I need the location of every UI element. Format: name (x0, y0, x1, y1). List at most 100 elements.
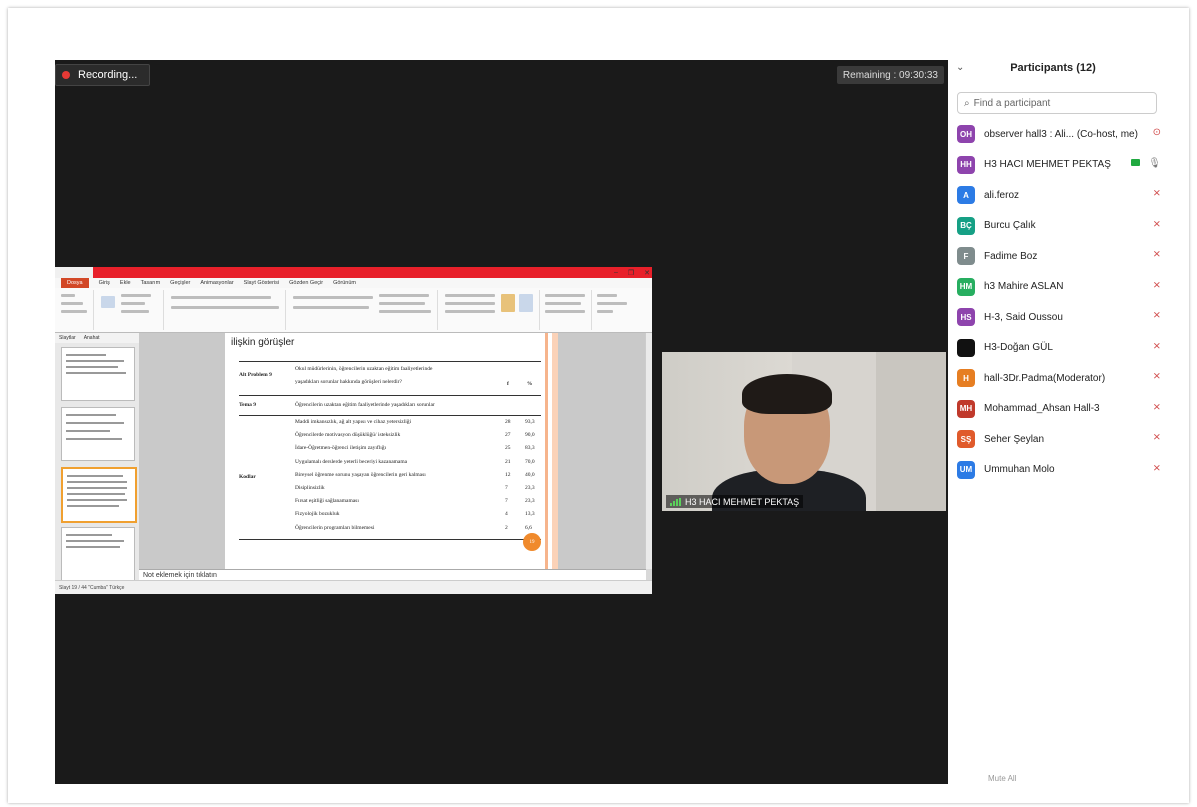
col-f-header: f (507, 381, 509, 387)
row-pct-value: 6,6 (525, 524, 532, 531)
participant-name: h3 Mahire ASLAN (984, 281, 1064, 293)
avatar: H (957, 369, 975, 388)
close-icon: ✕ (644, 269, 650, 277)
quick-access-toolbar (55, 267, 93, 278)
participant-row[interactable]: HM h3 Mahire ASLAN ⨯ (957, 272, 1167, 303)
row-pct-value: 83,3 (525, 445, 535, 452)
row-pct-value: 93,3 (525, 419, 535, 425)
slide-thumbnail[interactable] (61, 527, 135, 581)
participant-row[interactable]: BÇ Burcu Çalık ⨯ (957, 211, 1167, 242)
row-pct-value: 23,3 (525, 498, 535, 505)
ribbon-tab[interactable]: Tasarım (141, 280, 161, 286)
record-icon (62, 71, 70, 79)
ribbon-tab[interactable]: Slayt Gösterisi (244, 280, 279, 286)
mic-muted-icon: ⨯ (1152, 401, 1161, 413)
video-on-icon: 🎙︎ (1131, 158, 1161, 169)
ribbon-group-cizim (439, 290, 540, 330)
slide-thumbnail[interactable] (61, 407, 135, 461)
participant-row[interactable]: HS H-3, Said Oussou ⨯ (957, 302, 1167, 333)
participant-search-input[interactable]: ⌕ Find a participant (957, 92, 1157, 114)
participant-name: Burcu Çalık (984, 220, 1036, 232)
col-pct-header: % (527, 381, 533, 387)
participant-row[interactable]: HH H3 HACI MEHMET PEKTAŞ 🎙︎ (957, 150, 1167, 181)
participant-name: Mohammad_Ahsan Hall-3 (984, 403, 1100, 415)
participant-name: H3 HACI MEHMET PEKTAŞ (984, 159, 1111, 171)
row-code-text: Bireysel öğrenme sorunu yaşayan öğrencil… (295, 471, 426, 478)
video-name-label: H3 HACI MEHMET PEKTAŞ (666, 495, 804, 508)
participant-row[interactable]: OH observer hall3 : Ali... (Co-host, me) ⊙ (957, 119, 1167, 150)
recording-indicator[interactable]: Recording... (55, 64, 151, 86)
participant-row[interactable]: UM Ummuhan Molo ⨯ (957, 455, 1167, 486)
speaker-figure (742, 374, 832, 414)
ribbon-tab[interactable]: Dosya (61, 278, 89, 288)
slide-heading: ilişkin görüşler (231, 337, 295, 348)
slide-number-badge: 19 (523, 533, 541, 551)
ribbon-tab[interactable]: Ekle (120, 280, 131, 286)
avatar (957, 338, 975, 357)
ribbon-group-pano (57, 290, 94, 330)
speaker-video[interactable]: H3 HACI MEHMET PEKTAŞ (662, 352, 946, 511)
slide-thumbnail-selected[interactable] (61, 467, 137, 523)
row-f-value: 7 (505, 498, 508, 505)
ribbon-tab[interactable]: Gözden Geçir (289, 280, 323, 286)
row-code-text: Uygulamalı derslerde yeterli beceriyi ka… (295, 458, 408, 465)
participant-name: Ummuhan Molo (984, 464, 1055, 476)
slides-pane-tab[interactable]: Slaytlar (59, 335, 76, 341)
slides-pane-tabs: Slaytlar Anahat (55, 333, 139, 343)
row-pct-value: 23,3 (525, 485, 535, 491)
ribbon-group-slaytlar (95, 290, 164, 330)
row-code-text: Fırsat eşitliği sağlanamaması (295, 498, 359, 505)
participant-row[interactable]: SŞ Seher Şeylan ⨯ (957, 424, 1167, 455)
avatar: OH (957, 125, 975, 144)
window-title (93, 267, 652, 278)
participant-name: ali.feroz (984, 189, 1020, 201)
alt-problem-label: Alt Problem 9 (239, 372, 272, 378)
slide-canvas: ilişkin görüşler Alt Problem 9 Okul müdü… (139, 333, 646, 569)
ribbon-tab[interactable]: Animasyonlar (200, 280, 233, 286)
row-pct-value: 70,0 (525, 458, 535, 465)
row-f-value: 28 (505, 419, 511, 425)
participant-row[interactable]: F Fadime Boz ⨯ (957, 241, 1167, 272)
participant-name: observer hall3 : Ali... (Co-host, me) (984, 128, 1138, 140)
participant-row[interactable]: Hhall-3Dr.Padma(Moderator) ⨯ (957, 363, 1167, 394)
zoom-window: Recording... Remaining : 09:30:33 – ❐ ✕ … (8, 8, 1189, 803)
ribbon-tab[interactable]: Görünüm (333, 280, 356, 286)
participant-list: OH observer hall3 : Ali... (Co-host, me) ⊙… (957, 119, 1167, 485)
video-background (876, 352, 946, 511)
row-f-value: 7 (505, 485, 508, 491)
ribbon-group-yazi-tipi (165, 290, 286, 330)
row-pct-value: 40,0 (525, 471, 535, 478)
ribbon-tab[interactable]: Geçişler (170, 280, 190, 286)
participant-row[interactable]: H3-Doğan GÜL ⨯ (957, 333, 1167, 364)
row-code-text: Fizyolojik bozukluk (295, 511, 340, 518)
avatar: MH (957, 399, 975, 418)
participant-name: H3-Doğan GÜL (984, 342, 1053, 354)
slide-thumbnail[interactable] (61, 347, 135, 401)
slide: ilişkin görüşler Alt Problem 9 Okul müdü… (225, 333, 558, 569)
ribbon (55, 288, 652, 333)
slide-decoration (545, 333, 548, 569)
recording-label: Recording... (78, 69, 138, 81)
participant-row[interactable]: MH Mohammad_Ahsan Hall-3 ⨯ (957, 394, 1167, 425)
row-f-value: 4 (505, 511, 508, 518)
mute-all-button[interactable]: Mute All (988, 774, 1016, 783)
search-placeholder: Find a participant (973, 97, 1051, 109)
participant-row[interactable]: Aali.feroz ⨯ (957, 180, 1167, 211)
row-f-value: 12 (505, 471, 511, 478)
main-video-area: Recording... Remaining : 09:30:33 – ❐ ✕ … (55, 60, 952, 784)
participants-title: Participants (12) (1010, 62, 1096, 74)
avatar: A (957, 186, 975, 205)
row-f-value: 21 (505, 458, 511, 465)
row-code-text: Disiplinsizlik (295, 485, 325, 491)
avatar: UM (957, 460, 975, 479)
alt-problem-text: yaşadıkları sorunlar hakkında görüşleri … (295, 379, 402, 385)
avatar: HH (957, 155, 975, 174)
vertical-scrollbar[interactable] (645, 333, 652, 569)
mic-muted-icon: ⨯ (1152, 371, 1161, 382)
mic-muted-icon: ⨯ (1152, 310, 1161, 321)
participants-header: ⌄ Participants (12) (948, 52, 1158, 86)
participant-name: hall-3Dr.Padma(Moderator) (984, 372, 1106, 384)
ribbon-tab[interactable]: Giriş (99, 280, 110, 286)
row-code-text: Öğrencilerde motivasyon düşüklüğü/ istek… (295, 432, 401, 439)
slides-pane-tab[interactable]: Anahat (84, 335, 100, 341)
